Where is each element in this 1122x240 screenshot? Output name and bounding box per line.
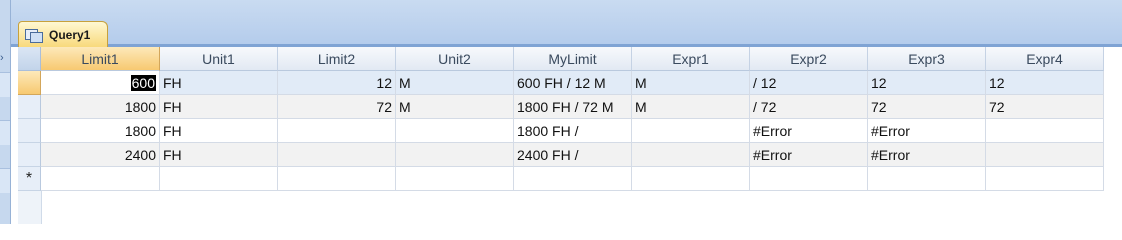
cell-limit1[interactable]: 600 (41, 71, 160, 95)
column-header-expr2[interactable]: Expr2 (750, 47, 868, 71)
cell-unit1[interactable]: FH (160, 143, 278, 167)
cell-mylimit[interactable]: 2400 FH / (514, 143, 632, 167)
cell-expr3[interactable]: #Error (868, 119, 986, 143)
cell-expr3[interactable] (868, 167, 986, 191)
cell-expr4[interactable] (986, 143, 1104, 167)
record-selector[interactable] (18, 71, 41, 95)
cell-mylimit[interactable]: 600 FH / 12 M (514, 71, 632, 95)
query-datasheet-icon (25, 28, 43, 43)
table-row[interactable]: 2400 FH 2400 FH / #Error #Error (18, 143, 1104, 167)
table-row[interactable]: 1800 FH 1800 FH / #Error #Error (18, 119, 1104, 143)
cell-expr1[interactable] (632, 167, 750, 191)
datasheet-grid[interactable]: Limit1 Unit1 Limit2 Unit2 MyLimit Expr1 … (18, 47, 1122, 224)
cell-mylimit[interactable]: 1800 FH / (514, 119, 632, 143)
cell-expr4[interactable] (986, 119, 1104, 143)
cell-unit2[interactable] (396, 119, 514, 143)
cell-limit2[interactable]: 12 (278, 71, 396, 95)
cell-expr2[interactable] (750, 167, 868, 191)
cell-expr1[interactable]: M (632, 71, 750, 95)
cell-expr1[interactable] (632, 143, 750, 167)
column-header-unit1[interactable]: Unit1 (160, 47, 278, 71)
cell-expr3[interactable]: 12 (868, 71, 986, 95)
pane-segment (0, 168, 10, 193)
cell-limit1[interactable]: 2400 (41, 143, 160, 167)
navigation-pane-edge[interactable]: › (0, 0, 11, 224)
cell-limit2[interactable] (278, 119, 396, 143)
column-header-limit1[interactable]: Limit1 (41, 47, 160, 71)
cell-unit2[interactable]: M (396, 95, 514, 119)
tab-query1[interactable]: Query1 (18, 21, 108, 47)
column-header-unit2[interactable]: Unit2 (396, 47, 514, 71)
cell-expr2[interactable]: / 12 (750, 71, 868, 95)
cell-expr1[interactable] (632, 119, 750, 143)
cell-limit1[interactable]: 1800 (41, 95, 160, 119)
cell-limit1[interactable] (41, 167, 160, 191)
cell-expr3[interactable]: #Error (868, 143, 986, 167)
ribbon-area (0, 0, 1122, 47)
cell-mylimit[interactable]: 1800 FH / 72 M (514, 95, 632, 119)
record-selector[interactable] (18, 143, 41, 167)
cell-unit1[interactable]: FH (160, 119, 278, 143)
table-row[interactable]: 1800 FH 72 M 1800 FH / 72 M M / 72 72 72 (18, 95, 1104, 119)
cell-expr4[interactable]: 12 (986, 71, 1104, 95)
cell-limit2[interactable] (278, 167, 396, 191)
column-header-expr4[interactable]: Expr4 (986, 47, 1104, 71)
tab-label: Query1 (49, 27, 91, 42)
pane-expand-icon[interactable]: › (0, 52, 4, 64)
cell-unit1[interactable] (160, 167, 278, 191)
cell-limit2[interactable] (278, 143, 396, 167)
column-header-row: Limit1 Unit1 Limit2 Unit2 MyLimit Expr1 … (18, 47, 1104, 71)
cell-unit1[interactable]: FH (160, 71, 278, 95)
column-header-expr1[interactable]: Expr1 (632, 47, 750, 71)
cell-expr2[interactable]: #Error (750, 143, 868, 167)
pane-segment (0, 120, 10, 145)
cell-unit2[interactable] (396, 167, 514, 191)
record-selector-strip (18, 191, 42, 224)
select-all-corner[interactable] (18, 47, 41, 71)
asterisk-icon[interactable]: * (18, 167, 41, 191)
cell-expr3[interactable]: 72 (868, 95, 986, 119)
cell-limit2[interactable]: 72 (278, 95, 396, 119)
cell-unit2[interactable] (396, 143, 514, 167)
cell-expr2[interactable]: / 72 (750, 95, 868, 119)
pane-segment (0, 72, 10, 97)
column-header-limit2[interactable]: Limit2 (278, 47, 396, 71)
cell-expr4[interactable] (986, 167, 1104, 191)
table-row[interactable]: 600 FH 12 M 600 FH / 12 M M / 12 12 12 (18, 71, 1104, 95)
cell-mylimit[interactable] (514, 167, 632, 191)
column-header-mylimit[interactable]: MyLimit (514, 47, 632, 71)
cell-expr2[interactable]: #Error (750, 119, 868, 143)
cell-limit1[interactable]: 1800 (41, 119, 160, 143)
record-selector[interactable] (18, 95, 41, 119)
cell-expr4[interactable]: 72 (986, 95, 1104, 119)
cell-unit2[interactable]: M (396, 71, 514, 95)
cell-unit1[interactable]: FH (160, 95, 278, 119)
record-selector[interactable] (18, 119, 41, 143)
cell-expr1[interactable]: M (632, 95, 750, 119)
column-header-expr3[interactable]: Expr3 (868, 47, 986, 71)
new-record-row[interactable]: * (18, 167, 1104, 191)
